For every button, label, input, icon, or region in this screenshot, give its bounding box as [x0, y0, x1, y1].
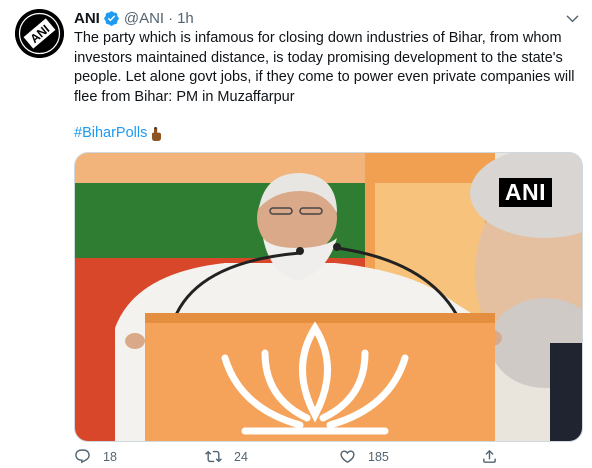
reply-count: 18: [103, 449, 117, 464]
author-name[interactable]: ANI: [74, 10, 100, 27]
tweet-time[interactable]: 1h: [177, 10, 194, 27]
tweet-header: ANI @ANI · 1h: [74, 8, 194, 28]
retweet-icon: [205, 448, 222, 465]
retweet-button[interactable]: 24: [205, 448, 248, 465]
hashtag-link[interactable]: #BiharPolls: [74, 124, 147, 143]
like-count: 185: [368, 449, 389, 464]
more-icon[interactable]: [562, 8, 582, 28]
retweet-count: 24: [234, 449, 248, 464]
author-handle[interactable]: @ANI: [124, 10, 164, 27]
share-button[interactable]: [481, 448, 510, 465]
reply-button[interactable]: 18: [74, 448, 117, 465]
separator-dot: ·: [168, 9, 174, 27]
like-button[interactable]: 185: [339, 448, 389, 465]
media-watermark: ANI: [498, 178, 552, 207]
hashtag-line: #BiharPolls: [74, 124, 163, 143]
ani-logo: ANI: [15, 9, 64, 58]
like-icon: [339, 448, 356, 465]
tweet-text: The party which is infamous for closing …: [74, 30, 575, 105]
share-icon: [481, 448, 498, 465]
verified-icon: [103, 10, 120, 27]
finger-emoji-icon: [149, 126, 163, 142]
action-bar: 18 24 185: [74, 448, 514, 468]
tweet-media-image[interactable]: ANI: [74, 152, 583, 442]
reply-icon: [74, 448, 91, 465]
avatar[interactable]: ANI: [15, 9, 64, 58]
